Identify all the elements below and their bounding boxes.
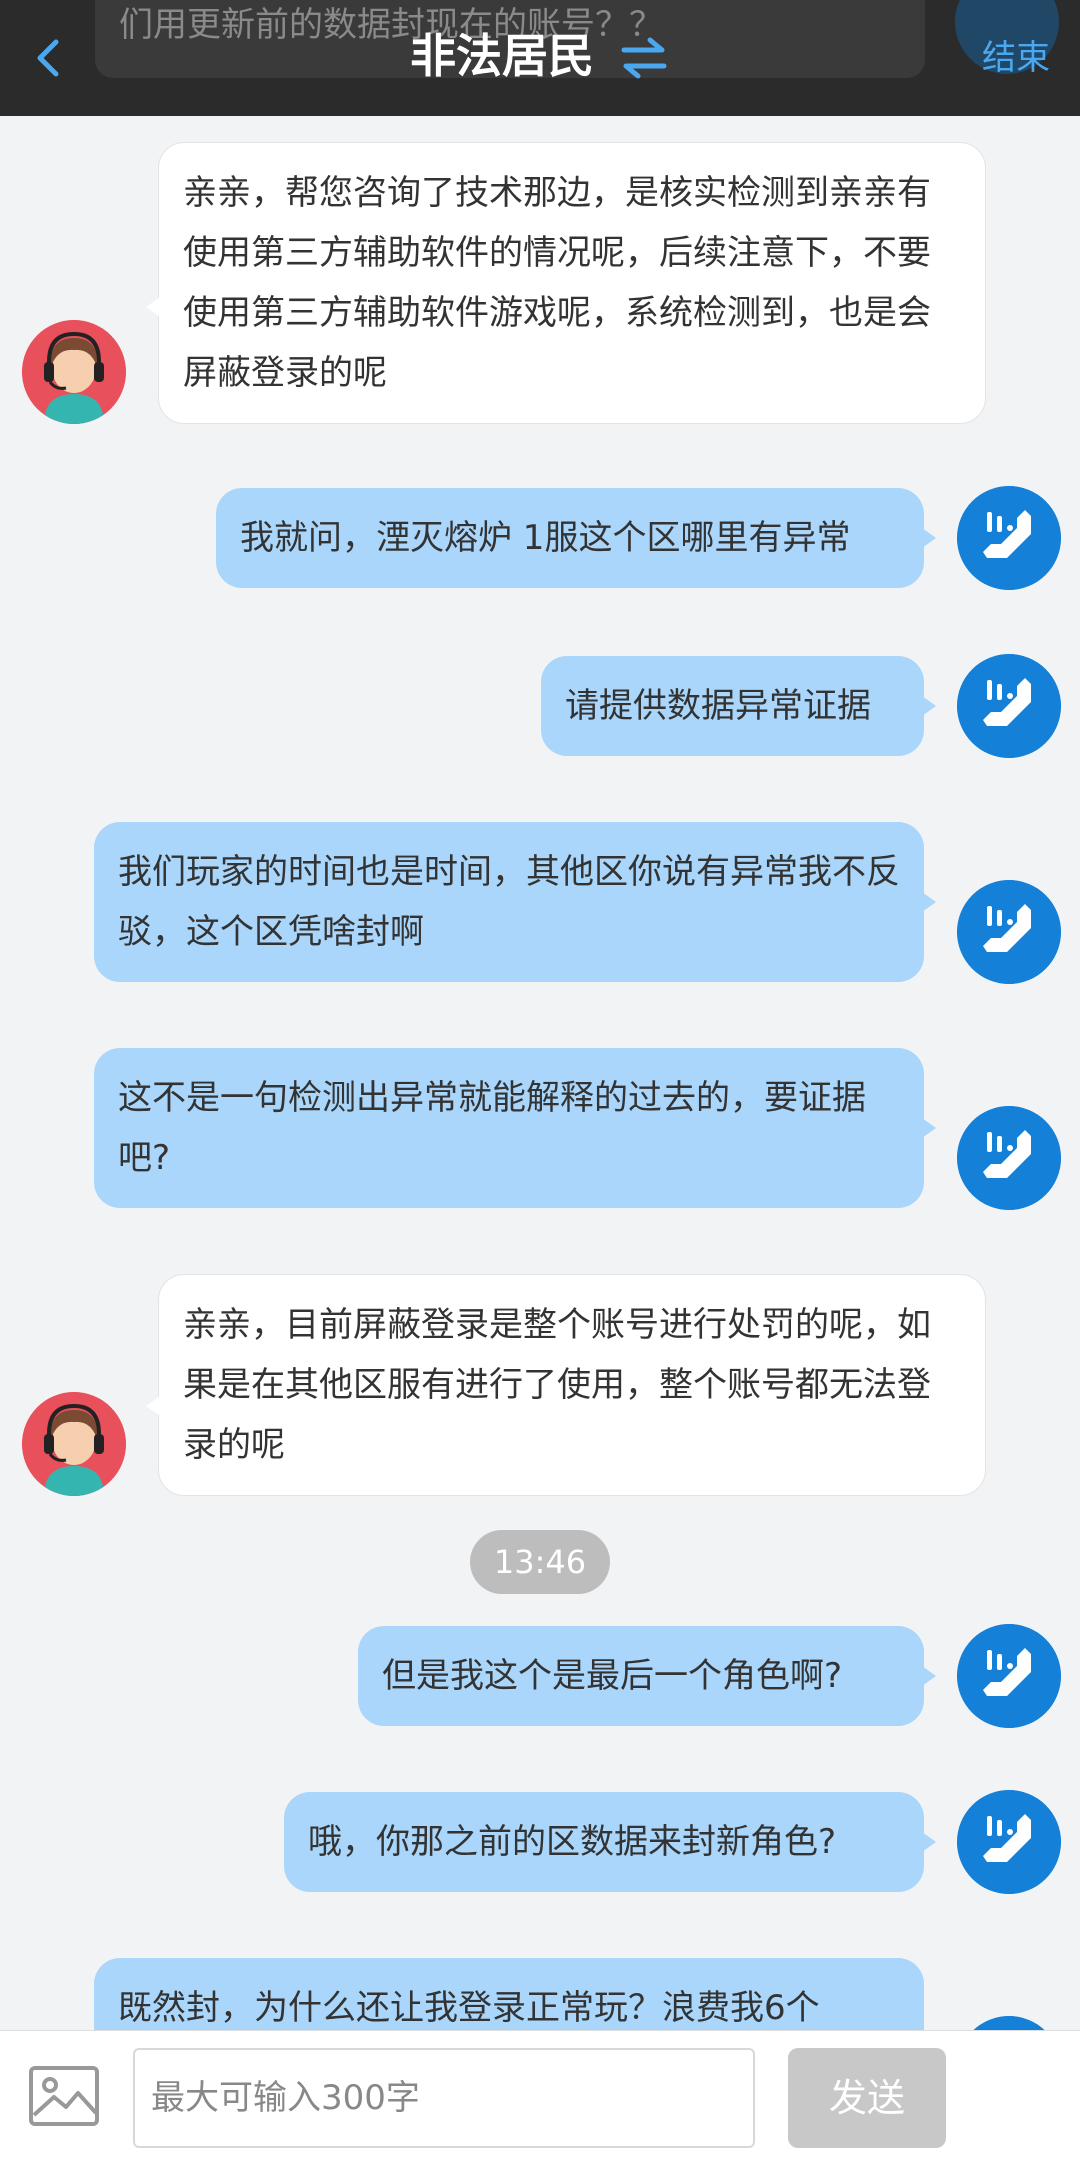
top-bar: 们用更新前的数据封现在的账号？？ 非法居民 结束 [0,0,1080,116]
phone-avatar-icon [957,654,1061,758]
message-bubble-user: 请提供数据异常证据 [541,656,936,756]
message-bubble-agent: 亲亲，目前屏蔽登录是整个账号进行处罚的呢，如果是在其他区服有进行了使用，整个账号… [146,1274,986,1496]
support-agent-avatar-icon [22,320,126,424]
phone-avatar-icon [957,2016,1061,2030]
message-bubble-user: 哦，你那之前的区数据来封新角色? [284,1792,936,1892]
support-agent-avatar-icon [22,1392,126,1496]
message-bubble-user: 我们玩家的时间也是时间，其他区你说有异常我不反驳，这个区凭啥封啊 [94,822,936,982]
composer-bar: 发送 [0,2030,1080,2161]
end-button[interactable]: 结束 [982,36,1050,80]
message-bubble-user: 但是我这个是最后一个角色啊? [358,1626,936,1726]
timestamp-badge: 13:46 [470,1530,610,1594]
message-bubble-user: 这不是一句检测出异常就能解释的过去的，要证据吧? [94,1048,936,1208]
phone-avatar-icon [957,880,1061,984]
message-bubble-agent: 亲亲，帮您咨询了技术那边，是核实检测到亲亲有使用第三方辅助软件的情况呢，后续注意… [146,142,986,424]
chat-area[interactable]: 亲亲，帮您咨询了技术那边，是核实检测到亲亲有使用第三方辅助软件的情况呢，后续注意… [0,0,1080,2030]
swap-arrows-icon[interactable] [620,36,668,80]
phone-avatar-icon [957,486,1061,590]
message-bubble-user: 既然封，为什么还让我登录正常玩？浪费我6个 [94,1958,924,2030]
image-icon[interactable] [28,2065,100,2127]
phone-avatar-icon [957,1790,1061,1894]
message-bubble-user: 我就问，湮灭熔炉 1服这个区哪里有异常 [216,488,936,588]
phone-avatar-icon [957,1624,1061,1728]
phone-avatar-icon [957,1106,1061,1210]
message-input[interactable] [133,2048,755,2148]
back-arrow-icon[interactable] [28,30,68,86]
page-title: 非法居民 [410,29,594,83]
send-button[interactable]: 发送 [788,2048,946,2148]
